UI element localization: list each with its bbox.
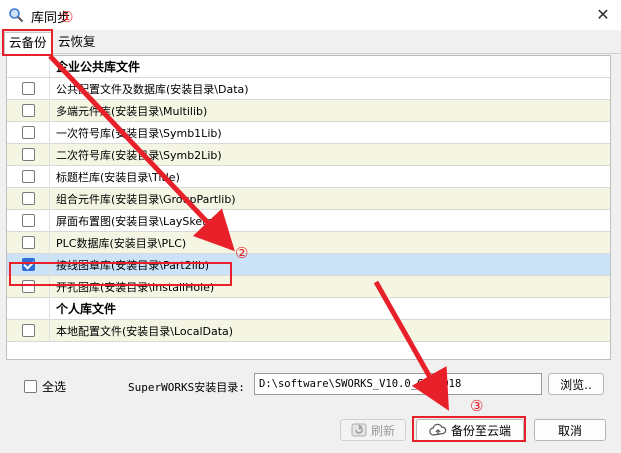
- title-bar: 库同步 ✕: [0, 0, 621, 30]
- item-label: PLC数据库(安装目录\PLC): [56, 236, 187, 250]
- select-all[interactable]: 全选: [24, 378, 66, 395]
- item-checkbox[interactable]: [21, 280, 35, 293]
- list-item[interactable]: 组合元件库(安装目录\GroupPartlib): [7, 188, 610, 210]
- list-item-selected[interactable]: 接线图章库(安装目录\Part2lib): [7, 254, 610, 276]
- backup-label: 备份至云端: [450, 423, 511, 438]
- tab-cloud-backup[interactable]: 云备份: [4, 32, 52, 54]
- list-item[interactable]: 开孔图库(安装目录\InstallHole): [7, 276, 610, 298]
- item-label: 标题栏库(安装目录\Title): [56, 170, 180, 184]
- item-label: 开孔图库(安装目录\InstallHole): [56, 280, 215, 294]
- list-item[interactable]: 多端元件库(安装目录\Multilib): [7, 100, 610, 122]
- refresh-label: 刷新: [370, 423, 395, 438]
- list-item[interactable]: 屏面布置图(安装目录\LaySketch): [7, 210, 610, 232]
- browse-button[interactable]: 浏览..: [548, 373, 604, 395]
- search-icon: [9, 8, 24, 23]
- item-checkbox[interactable]: [21, 214, 35, 227]
- refresh-icon: [351, 423, 367, 437]
- item-checkbox[interactable]: [21, 82, 35, 95]
- list-item[interactable]: 一次符号库(安装目录\Symb1Lib): [7, 122, 610, 144]
- item-checkbox-checked[interactable]: [21, 258, 35, 271]
- list-item[interactable]: 二次符号库(安装目录\Symb2Lib): [7, 144, 610, 166]
- section-title: 个人库文件: [56, 302, 117, 316]
- install-path-label: SuperWORKS安装目录:: [128, 381, 245, 394]
- item-checkbox[interactable]: [21, 148, 35, 161]
- item-checkbox[interactable]: [21, 192, 35, 205]
- select-all-label: 全选: [42, 380, 67, 394]
- section-title: 企业公共库文件: [56, 60, 141, 74]
- select-all-checkbox[interactable]: [24, 380, 37, 393]
- item-label: 二次符号库(安装目录\Symb2Lib): [56, 148, 222, 162]
- backup-to-cloud-button[interactable]: 备份至云端: [416, 419, 524, 441]
- section-header-enterprise: 企业公共库文件: [7, 56, 610, 78]
- item-label: 组合元件库(安装目录\GroupPartlib): [56, 192, 236, 206]
- item-checkbox[interactable]: [21, 104, 35, 117]
- tab-cloud-restore[interactable]: 云恢复: [54, 32, 100, 54]
- install-path-field[interactable]: D:\software\SWORKS_V10.0_CAD2018: [254, 373, 542, 395]
- item-label: 本地配置文件(安装目录\LocalData): [56, 324, 234, 338]
- item-checkbox[interactable]: [21, 170, 35, 183]
- item-checkbox[interactable]: [21, 236, 35, 249]
- list-item[interactable]: 公共配置文件及数据库(安装目录\Data): [7, 78, 610, 100]
- item-checkbox[interactable]: [21, 126, 35, 139]
- list-item[interactable]: 标题栏库(安装目录\Title): [7, 166, 610, 188]
- window-title: 库同步: [31, 11, 71, 26]
- refresh-button[interactable]: 刷新: [340, 419, 406, 441]
- footer: 全选 SuperWORKS安装目录: D:\software\SWORKS_V1…: [0, 362, 621, 453]
- item-label: 多端元件库(安装目录\Multilib): [56, 104, 208, 118]
- item-checkbox[interactable]: [21, 324, 35, 337]
- item-label: 一次符号库(安装目录\Symb1Lib): [56, 126, 222, 140]
- item-label: 公共配置文件及数据库(安装目录\Data): [56, 82, 249, 96]
- tab-bar: 云备份 云恢复: [0, 30, 621, 54]
- item-label: 接线图章库(安装目录\Part2lib): [56, 258, 210, 272]
- list-item[interactable]: PLC数据库(安装目录\PLC): [7, 232, 610, 254]
- close-icon[interactable]: ✕: [591, 4, 615, 26]
- section-header-personal: 个人库文件: [7, 298, 610, 320]
- item-label: 屏面布置图(安装目录\LaySketch): [56, 214, 224, 228]
- cancel-button[interactable]: 取消: [534, 419, 606, 441]
- list-item[interactable]: 本地配置文件(安装目录\LocalData): [7, 320, 610, 342]
- cloud-upload-icon: [429, 423, 447, 436]
- library-list: 企业公共库文件 公共配置文件及数据库(安装目录\Data) 多端元件库(安装目录…: [6, 55, 611, 360]
